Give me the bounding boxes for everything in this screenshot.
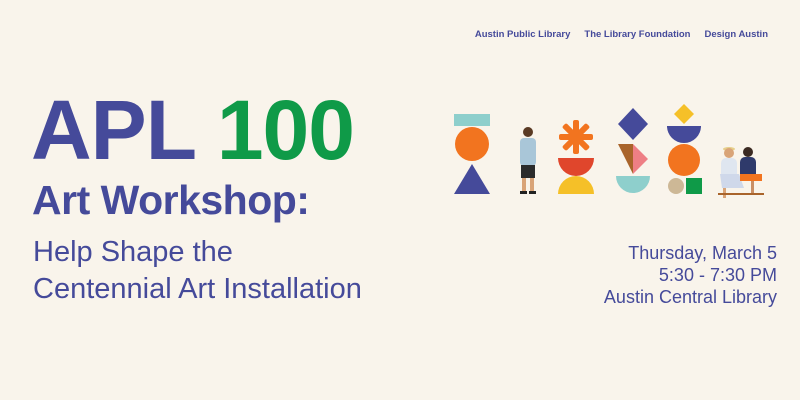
- partner-link-austin-public-library[interactable]: Austin Public Library: [475, 29, 571, 40]
- event-time: 5:30 - 7:30 PM: [658, 265, 777, 285]
- tagline: Help Shape the Centennial Art Installati…: [33, 234, 362, 308]
- title-number: 100: [216, 83, 355, 177]
- totem-diamond-circles-square: [667, 104, 702, 194]
- geometric-art-illustration: [454, 104, 764, 198]
- partner-links: Austin Public Library The Library Founda…: [475, 29, 768, 40]
- event-date: Thursday, March 5: [628, 243, 777, 263]
- tagline-line-1: Help Shape the: [33, 236, 233, 268]
- page-title: APL 100: [31, 88, 355, 172]
- person-standing-icon: [520, 127, 536, 194]
- event-location: Austin Central Library: [603, 287, 777, 307]
- people-sitting-icon: [718, 147, 764, 198]
- title-prefix: APL: [31, 83, 195, 177]
- page-subtitle: Art Workshop:: [32, 177, 310, 223]
- tagline-line-2: Centennial Art Installation: [33, 273, 362, 305]
- totem-diamond-triangles: [616, 108, 650, 193]
- partner-link-design-austin[interactable]: Design Austin: [704, 29, 768, 40]
- totem-teal-circle-triangle: [454, 114, 490, 194]
- event-details: Thursday, March 5 5:30 - 7:30 PM Austin …: [604, 242, 777, 308]
- totem-asterisk-halves: [558, 120, 594, 194]
- partner-link-library-foundation[interactable]: The Library Foundation: [584, 29, 690, 40]
